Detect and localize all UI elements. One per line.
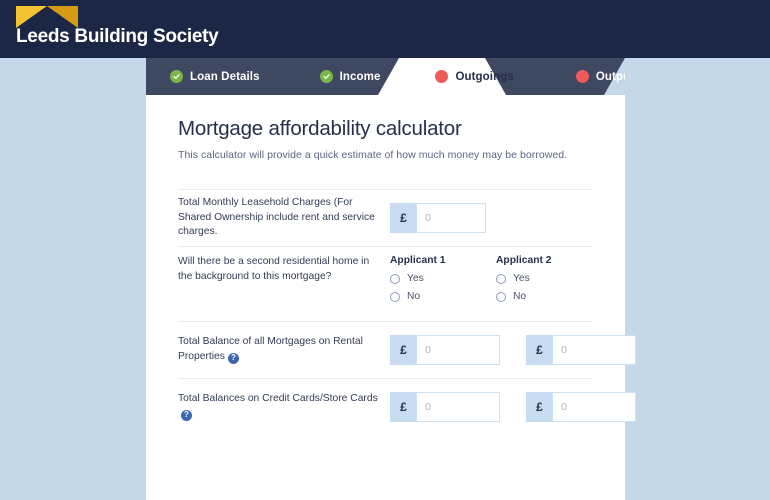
help-icon[interactable]: ? — [181, 409, 192, 421]
form-row-rental-mortgage-balance: Total Balance of all Mortgages on Rental… — [178, 322, 636, 378]
credit-card-applicant-1-money-field[interactable]: £ — [390, 392, 500, 422]
form-row-label: Will there be a second residential home … — [178, 256, 370, 282]
rental-mortgage-applicant-1-input[interactable] — [416, 335, 500, 365]
logo[interactable] — [16, 4, 78, 28]
applicant-2-radio-yes[interactable]: Yes — [496, 273, 602, 284]
nav-step-loan-details[interactable]: Loan Details — [170, 58, 260, 95]
form-row-label-text: Total Balances on Credit Cards/Store Car… — [178, 393, 378, 405]
radio-circle-icon — [390, 273, 400, 284]
leasehold-charges-money-field[interactable]: £ — [390, 203, 486, 233]
dot-circle-icon — [435, 70, 449, 83]
currency-prefix: £ — [390, 335, 416, 365]
nav-step-label: Loan Details — [190, 70, 260, 83]
currency-prefix: £ — [390, 392, 416, 422]
applicant-1-radio-yes[interactable]: Yes — [390, 273, 496, 284]
radio-label: No — [407, 291, 421, 302]
applicant-1-column: Applicant 1 Yes No — [390, 255, 496, 309]
help-icon[interactable]: ? — [227, 352, 239, 364]
brand-header: Leeds Building Society — [0, 0, 770, 58]
form-row-second-residential-home: Will there be a second residential home … — [178, 247, 593, 321]
leasehold-charges-input[interactable] — [416, 203, 486, 233]
credit-card-applicant-2-money-field[interactable]: £ — [526, 392, 636, 422]
currency-prefix: £ — [526, 335, 552, 365]
applicant-2-column: Applicant 2 Yes No — [496, 255, 602, 309]
roof-chevron-logo-icon — [16, 6, 78, 28]
form-row-label: Total Balances on Credit Cards/Store Car… — [178, 392, 390, 422]
form-row-leasehold-charges: Total Monthly Leasehold Charges (For Sha… — [178, 190, 593, 246]
radio-label: No — [513, 291, 527, 302]
nav-step-outgoings[interactable]: Outgoings — [435, 58, 514, 95]
applicant-1-radio-no[interactable]: No — [390, 291, 496, 302]
form-row-label: Total Monthly Leasehold Charges (For Sha… — [178, 196, 375, 238]
rental-mortgage-applicant-2-money-field[interactable]: £ — [526, 335, 636, 365]
rental-mortgage-applicant-1-money-field[interactable]: £ — [390, 335, 500, 365]
credit-card-applicant-2-input[interactable] — [552, 392, 636, 422]
rental-mortgage-applicant-2-input[interactable] — [552, 335, 636, 365]
nav-step-income[interactable]: Income — [319, 58, 381, 95]
app-root: Leeds Building Society Loan Details Inco… — [0, 0, 770, 500]
currency-prefix: £ — [526, 392, 552, 422]
page-subtitle: This calculator will provide a quick est… — [178, 149, 568, 161]
radio-circle-icon — [496, 291, 506, 302]
radio-circle-icon — [496, 273, 506, 284]
applicant-2-heading: Applicant 2 — [496, 255, 552, 266]
dot-circle-icon — [575, 70, 589, 83]
radio-label: Yes — [513, 273, 530, 284]
nav-step-label: Output — [595, 70, 625, 83]
radio-label: Yes — [407, 273, 424, 284]
form-row-credit-store-card-balance: Total Balances on Credit Cards/Store Car… — [178, 379, 636, 435]
credit-card-applicant-1-input[interactable] — [416, 392, 500, 422]
check-circle-icon — [170, 70, 183, 83]
content-panel: Mortgage affordability calculator This c… — [146, 95, 636, 500]
page-title: Mortgage affordability calculator — [178, 117, 462, 140]
radio-circle-icon — [390, 291, 400, 302]
nav-step-label: Outgoings — [455, 70, 514, 83]
step-nav: Loan Details Income Outgoings Output — [146, 58, 625, 95]
nav-step-label: Income — [339, 70, 381, 83]
form-row-label-text: Total Balance of all Mortgages on Rental… — [178, 336, 363, 362]
applicant-1-heading: Applicant 1 — [390, 255, 446, 266]
check-circle-icon — [319, 70, 333, 83]
applicant-2-radio-no[interactable]: No — [496, 291, 602, 302]
nav-step-output[interactable]: Output — [575, 58, 625, 95]
form-row-label: Total Balance of all Mortgages on Rental… — [178, 335, 390, 365]
brand-name: Leeds Building Society — [16, 26, 219, 47]
currency-prefix: £ — [390, 203, 416, 233]
